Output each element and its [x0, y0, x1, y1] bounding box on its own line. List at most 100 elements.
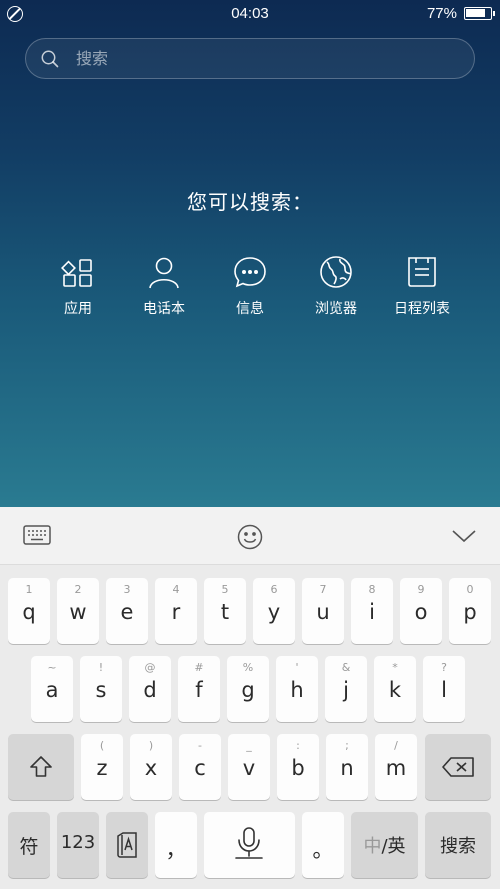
keyboard: 1q 2w 3e 4r 5t 6y 7u 8i 9o 0p ~ a ! s @ d #… — [0, 566, 500, 889]
key-main: x — [144, 756, 158, 780]
key-main: n — [340, 756, 354, 780]
key-o[interactable]: 9o — [400, 578, 442, 644]
voice-input-key[interactable] — [204, 812, 295, 878]
key-sub: ' — [295, 661, 299, 674]
category-browser[interactable]: 浏览器 — [293, 254, 379, 318]
key-r[interactable]: 4r — [155, 578, 197, 644]
key-main: 。 — [312, 838, 334, 862]
key-main: 中/英 — [351, 832, 418, 858]
key-m[interactable]: / m — [375, 734, 417, 800]
key-main: g — [241, 678, 255, 702]
key-sub: ~ — [47, 661, 57, 674]
key-sub: / — [394, 739, 398, 752]
clock: 04:03 — [231, 5, 269, 22]
key-sub: * — [392, 661, 398, 674]
search-categories: 应用 电话本 信息 浏览器 日程列表 — [0, 254, 500, 324]
key-main: i — [369, 600, 375, 624]
key-main: v — [242, 756, 256, 780]
backspace-icon — [442, 757, 474, 777]
key-u[interactable]: 7u — [302, 578, 344, 644]
search-input[interactable] — [76, 39, 456, 78]
key-a[interactable]: ~ a — [31, 656, 73, 722]
key-y[interactable]: 6y — [253, 578, 295, 644]
category-label: 信息 — [236, 301, 264, 317]
category-label: 电话本 — [143, 301, 185, 317]
key-p[interactable]: 0p — [449, 578, 491, 644]
backspace-key[interactable] — [425, 734, 491, 800]
key-main: m — [385, 756, 407, 780]
key-d[interactable]: @ d — [129, 656, 171, 722]
key-main: w — [69, 600, 87, 624]
key-main: y — [267, 600, 281, 624]
key-sub: - — [198, 739, 202, 752]
battery-icon — [464, 7, 495, 20]
input-method-key[interactable] — [106, 812, 148, 878]
symbols-key[interactable]: 符 — [8, 812, 50, 878]
key-l[interactable]: ? l — [423, 656, 465, 722]
search-bar[interactable] — [25, 38, 475, 79]
key-sub: & — [341, 661, 351, 674]
search-icon — [41, 50, 59, 68]
key-main: d — [143, 678, 157, 702]
key-n[interactable]: ; n — [326, 734, 368, 800]
key-h[interactable]: ' h — [276, 656, 318, 722]
key-z[interactable]: (z — [81, 734, 123, 800]
category-label: 日程列表 — [394, 301, 450, 317]
key-t[interactable]: 5t — [204, 578, 246, 644]
key-sub: 7 — [319, 583, 327, 596]
key-main: o — [414, 600, 428, 624]
key-sub: ( — [99, 739, 105, 752]
key-sub: 2 — [74, 583, 82, 596]
apps-grid-icon — [61, 259, 92, 287]
key-x[interactable]: ) x — [130, 734, 172, 800]
emoji-icon[interactable] — [236, 523, 264, 551]
category-calendar[interactable]: 日程列表 — [379, 254, 465, 318]
search-screen: 04:03 77% 您可以搜索： 应用 电话本 — [0, 0, 500, 507]
key-main: z — [96, 756, 108, 780]
key-s[interactable]: ! s — [80, 656, 122, 722]
category-apps[interactable]: 应用 — [35, 254, 121, 318]
key-main: c — [194, 756, 206, 780]
key-main: 搜索 — [440, 836, 476, 857]
calendar-note-icon — [408, 257, 436, 287]
key-sub: 1 — [25, 583, 33, 596]
key-w[interactable]: 2w — [57, 578, 99, 644]
key-sub: _ — [246, 739, 252, 752]
key-main: e — [120, 600, 134, 624]
key-sub: 6 — [270, 583, 278, 596]
key-j[interactable]: & j — [325, 656, 367, 722]
key-sub: ; — [345, 739, 349, 752]
key-v[interactable]: _ v — [228, 734, 270, 800]
key-b[interactable]: :b — [277, 734, 319, 800]
key-main: s — [95, 678, 107, 702]
key-main: t — [220, 600, 230, 624]
key-main: u — [316, 600, 330, 624]
keyboard-icon[interactable] — [23, 524, 51, 546]
comma-key[interactable]: ， — [155, 812, 197, 878]
input-method-icon — [117, 832, 137, 858]
key-c[interactable]: -c — [179, 734, 221, 800]
numbers-key[interactable]: 123 — [57, 812, 99, 878]
key-main: ， — [165, 838, 187, 862]
period-key[interactable]: 。 — [302, 812, 344, 878]
shift-key[interactable] — [8, 734, 74, 800]
message-bubble-icon — [234, 257, 266, 288]
key-k[interactable]: * k — [374, 656, 416, 722]
search-key[interactable]: 搜索 — [425, 812, 491, 878]
key-f[interactable]: # f — [178, 656, 220, 722]
category-contacts[interactable]: 电话本 — [121, 254, 207, 318]
key-i[interactable]: 8i — [351, 578, 393, 644]
battery-percentage: 77% — [426, 5, 457, 22]
language-toggle-key[interactable]: 中/英 — [351, 812, 418, 878]
category-label: 应用 — [64, 301, 92, 317]
key-sub: 0 — [466, 583, 474, 596]
key-sub: 4 — [172, 583, 180, 596]
category-messages[interactable]: 信息 — [207, 254, 293, 318]
key-sub: ! — [98, 661, 104, 674]
key-g[interactable]: % g — [227, 656, 269, 722]
key-q[interactable]: 1q — [8, 578, 50, 644]
shift-arrow-icon — [30, 756, 52, 777]
chevron-down-icon[interactable] — [450, 525, 478, 547]
key-sub: 3 — [123, 583, 131, 596]
key-e[interactable]: 3e — [106, 578, 148, 644]
